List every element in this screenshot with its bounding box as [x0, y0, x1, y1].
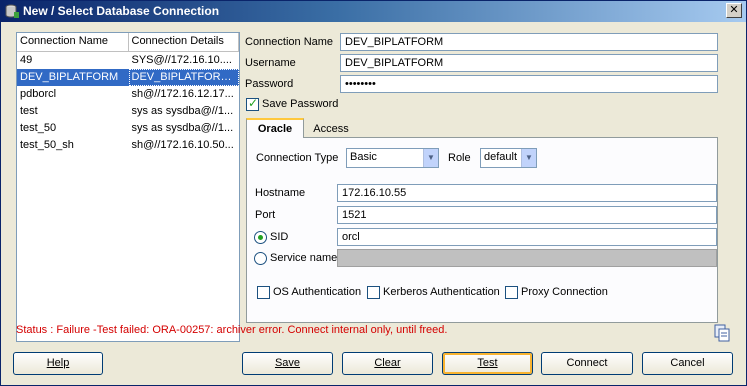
- chevron-down-icon: ▼: [521, 149, 536, 167]
- hostname-input[interactable]: 172.16.10.55: [337, 184, 717, 202]
- connection-name-cell: DEV_BIPLATFORM: [20, 71, 119, 83]
- role-select[interactable]: default ▼: [480, 148, 537, 168]
- kerberos-authentication-checkbox[interactable]: [367, 286, 380, 299]
- save-password-label: Save Password: [262, 98, 339, 110]
- connection-details-cell: DEV_BIPLATFORM....: [128, 69, 239, 86]
- connection-type-value: Basic: [350, 151, 377, 163]
- username-input[interactable]: DEV_BIPLATFORM: [340, 54, 718, 72]
- password-label: Password: [245, 78, 294, 90]
- connection-name-label: Connection Name: [245, 36, 334, 48]
- connection-type-label: Connection Type: [256, 152, 339, 164]
- close-button[interactable]: ✕: [726, 3, 742, 18]
- save-password-checkbox[interactable]: [246, 96, 259, 111]
- connection-details-cell: sys as sysdba@//1...: [131, 122, 234, 134]
- connect-button-label: Connect: [566, 357, 608, 369]
- cancel-button[interactable]: Cancel: [642, 352, 733, 375]
- database-icon: [5, 4, 19, 18]
- password-input[interactable]: ••••••••: [340, 75, 718, 93]
- tab-strip: Oracle Access: [246, 118, 718, 138]
- proxy-connection-label: Proxy Connection: [521, 286, 608, 298]
- test-button[interactable]: Test: [442, 352, 533, 375]
- connection-type-select[interactable]: Basic ▼: [346, 148, 439, 168]
- sid-input[interactable]: orcl: [337, 228, 717, 246]
- dialog-window: New / Select Database Connection ✕ Conne…: [0, 0, 747, 386]
- connection-details-cell: sh@//172.16.12.17...: [131, 88, 234, 100]
- column-header-connection-name[interactable]: Connection Name: [17, 33, 129, 51]
- chevron-down-icon: ▼: [423, 149, 438, 167]
- help-button-label: Help: [46, 357, 70, 369]
- port-input[interactable]: 1521: [337, 206, 717, 224]
- connection-row[interactable]: test sys as sysdba@//1...: [17, 103, 239, 120]
- connection-name-cell: 49: [20, 54, 33, 66]
- status-message: Status : Failure -Test failed: ORA-00257…: [16, 324, 448, 336]
- connection-list[interactable]: Connection Name Connection Details 49 SY…: [16, 32, 240, 342]
- cancel-button-label: Cancel: [670, 357, 705, 369]
- connection-row[interactable]: test_50_sh sh@//172.16.10.50...: [17, 137, 239, 154]
- clear-button-label: Clear: [374, 357, 401, 369]
- tab-access[interactable]: Access: [306, 120, 356, 137]
- username-label: Username: [245, 57, 296, 69]
- os-authentication-label: OS Authentication: [273, 286, 362, 298]
- connection-name-cell: pdborcl: [20, 88, 57, 100]
- column-header-connection-details[interactable]: Connection Details: [128, 33, 239, 51]
- test-button-label: Test: [477, 357, 498, 369]
- connection-name-input[interactable]: DEV_BIPLATFORM: [340, 33, 718, 51]
- save-button[interactable]: Save: [242, 352, 333, 375]
- kerberos-authentication-label: Kerberos Authentication: [383, 286, 500, 298]
- connection-row-selected[interactable]: DEV_BIPLATFORM DEV_BIPLATFORM....: [17, 69, 239, 86]
- connection-list-header: Connection Name Connection Details: [17, 33, 239, 52]
- port-label: Port: [255, 209, 276, 221]
- sid-label: SID: [270, 231, 289, 243]
- hostname-label: Hostname: [255, 187, 306, 199]
- connect-button[interactable]: Connect: [541, 352, 633, 375]
- connection-name-cell: test: [20, 105, 38, 117]
- service-name-radio[interactable]: [254, 252, 267, 265]
- tab-oracle[interactable]: Oracle: [246, 118, 304, 138]
- connection-name-cell: test_50_sh: [20, 139, 74, 151]
- connection-row[interactable]: test_50 sys as sysdba@//1...: [17, 120, 239, 137]
- connection-details-cell: SYS@//172.16.10....: [131, 54, 232, 66]
- connection-details-cell: sh@//172.16.10.50...: [131, 139, 234, 151]
- save-button-label: Save: [274, 357, 301, 369]
- role-label: Role: [448, 152, 471, 164]
- help-button[interactable]: Help: [13, 352, 103, 375]
- connection-row[interactable]: pdborcl sh@//172.16.12.17...: [17, 86, 239, 103]
- connection-name-cell: test_50: [20, 122, 57, 134]
- role-value: default: [484, 151, 518, 163]
- sid-radio[interactable]: [254, 231, 267, 244]
- service-name-label: Service name: [270, 252, 338, 264]
- connection-row[interactable]: 49 SYS@//172.16.10....: [17, 52, 239, 69]
- clear-button[interactable]: Clear: [342, 352, 433, 375]
- service-name-input[interactable]: [337, 249, 717, 267]
- connection-details-cell: sys as sysdba@//1...: [131, 105, 234, 117]
- title-bar[interactable]: New / Select Database Connection ✕: [1, 1, 746, 22]
- proxy-connection-checkbox[interactable]: [505, 286, 518, 299]
- os-authentication-checkbox[interactable]: [257, 286, 270, 299]
- window-title: New / Select Database Connection: [23, 4, 220, 18]
- copy-icon[interactable]: [714, 324, 730, 342]
